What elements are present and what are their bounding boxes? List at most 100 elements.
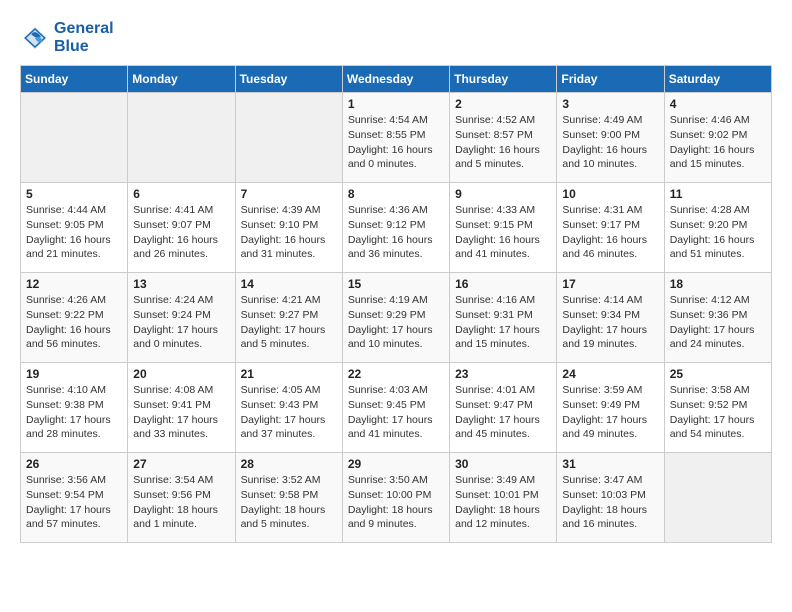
day-info: Sunrise: 4:24 AM Sunset: 9:24 PM Dayligh…: [133, 293, 229, 352]
header-tuesday: Tuesday: [235, 66, 342, 93]
day-info: Sunrise: 3:52 AM Sunset: 9:58 PM Dayligh…: [241, 473, 337, 532]
calendar-cell: [128, 93, 235, 183]
calendar-cell: 18 Sunrise: 4:12 AM Sunset: 9:36 PM Dayli…: [664, 273, 771, 363]
day-info: Sunrise: 4:10 AM Sunset: 9:38 PM Dayligh…: [26, 383, 122, 442]
day-info: Sunrise: 4:03 AM Sunset: 9:45 PM Dayligh…: [348, 383, 444, 442]
day-number: 17: [562, 277, 658, 291]
calendar-cell: 7 Sunrise: 4:39 AM Sunset: 9:10 PM Daylig…: [235, 183, 342, 273]
calendar-cell: 4 Sunrise: 4:46 AM Sunset: 9:02 PM Daylig…: [664, 93, 771, 183]
calendar-cell: 27 Sunrise: 3:54 AM Sunset: 9:56 PM Dayli…: [128, 453, 235, 543]
day-info: Sunrise: 4:05 AM Sunset: 9:43 PM Dayligh…: [241, 383, 337, 442]
day-info: Sunrise: 4:19 AM Sunset: 9:29 PM Dayligh…: [348, 293, 444, 352]
calendar-cell: 13 Sunrise: 4:24 AM Sunset: 9:24 PM Dayli…: [128, 273, 235, 363]
logo-icon: [20, 23, 50, 53]
day-number: 11: [670, 187, 766, 201]
day-number: 28: [241, 457, 337, 471]
day-info: Sunrise: 4:12 AM Sunset: 9:36 PM Dayligh…: [670, 293, 766, 352]
day-info: Sunrise: 4:21 AM Sunset: 9:27 PM Dayligh…: [241, 293, 337, 352]
day-info: Sunrise: 4:28 AM Sunset: 9:20 PM Dayligh…: [670, 203, 766, 262]
day-number: 3: [562, 97, 658, 111]
calendar-header: SundayMondayTuesdayWednesdayThursdayFrid…: [21, 66, 772, 93]
day-info: Sunrise: 4:14 AM Sunset: 9:34 PM Dayligh…: [562, 293, 658, 352]
calendar-cell: 16Sunrise: 4:16 AM Sunset: 9:31 PM Dayli…: [450, 273, 557, 363]
day-number: 14: [241, 277, 337, 291]
day-info: Sunrise: 4:39 AM Sunset: 9:10 PM Dayligh…: [241, 203, 337, 262]
day-number: 31: [562, 457, 658, 471]
day-number: 25: [670, 367, 766, 381]
day-number: 29: [348, 457, 444, 471]
day-info: Sunrise: 4:01 AM Sunset: 9:47 PM Dayligh…: [455, 383, 551, 442]
calendar-cell: 22 Sunrise: 4:03 AM Sunset: 9:45 PM Dayli…: [342, 363, 449, 453]
calendar-cell: 19 Sunrise: 4:10 AM Sunset: 9:38 PM Dayli…: [21, 363, 128, 453]
day-info: Sunrise: 4:49 AM Sunset: 9:00 PM Dayligh…: [562, 113, 658, 172]
day-info: Sunrise: 4:31 AM Sunset: 9:17 PM Dayligh…: [562, 203, 658, 262]
calendar-week-4: 19 Sunrise: 4:10 AM Sunset: 9:38 PM Dayli…: [21, 363, 772, 453]
day-number: 4: [670, 97, 766, 111]
calendar-cell: 26Sunrise: 3:56 AM Sunset: 9:54 PM Dayli…: [21, 453, 128, 543]
day-number: 1: [348, 97, 444, 111]
day-info: Sunrise: 3:47 AM Sunset: 10:03 PM Daylig…: [562, 473, 658, 532]
calendar-cell: 12Sunrise: 4:26 AM Sunset: 9:22 PM Dayli…: [21, 273, 128, 363]
page-header: General Blue: [20, 20, 772, 55]
header-thursday: Thursday: [450, 66, 557, 93]
day-number: 10: [562, 187, 658, 201]
calendar-cell: 20Sunrise: 4:08 AM Sunset: 9:41 PM Dayli…: [128, 363, 235, 453]
day-number: 26: [26, 457, 122, 471]
day-info: Sunrise: 3:54 AM Sunset: 9:56 PM Dayligh…: [133, 473, 229, 532]
calendar-cell: [664, 453, 771, 543]
day-number: 15: [348, 277, 444, 291]
day-info: Sunrise: 3:59 AM Sunset: 9:49 PM Dayligh…: [562, 383, 658, 442]
day-number: 2: [455, 97, 551, 111]
day-number: 13: [133, 277, 229, 291]
calendar-week-1: 1 Sunrise: 4:54 AM Sunset: 8:55 PM Daylig…: [21, 93, 772, 183]
header-monday: Monday: [128, 66, 235, 93]
calendar-cell: 3 Sunrise: 4:49 AM Sunset: 9:00 PM Daylig…: [557, 93, 664, 183]
day-info: Sunrise: 4:16 AM Sunset: 9:31 PM Dayligh…: [455, 293, 551, 352]
day-info: Sunrise: 4:08 AM Sunset: 9:41 PM Dayligh…: [133, 383, 229, 442]
calendar-cell: 25 Sunrise: 3:58 AM Sunset: 9:52 PM Dayli…: [664, 363, 771, 453]
day-number: 7: [241, 187, 337, 201]
calendar-cell: 31 Sunrise: 3:47 AM Sunset: 10:03 PM Dayl…: [557, 453, 664, 543]
calendar-cell: 9Sunrise: 4:33 AM Sunset: 9:15 PM Daylig…: [450, 183, 557, 273]
calendar-cell: 8Sunrise: 4:36 AM Sunset: 9:12 PM Daylig…: [342, 183, 449, 273]
calendar-cell: 29 Sunrise: 3:50 AM Sunset: 10:00 PM Dayl…: [342, 453, 449, 543]
logo: General Blue: [20, 20, 114, 55]
header-sunday: Sunday: [21, 66, 128, 93]
calendar-cell: 1 Sunrise: 4:54 AM Sunset: 8:55 PM Daylig…: [342, 93, 449, 183]
day-info: Sunrise: 4:33 AM Sunset: 9:15 PM Dayligh…: [455, 203, 551, 262]
day-number: 22: [348, 367, 444, 381]
calendar-cell: 28 Sunrise: 3:52 AM Sunset: 9:58 PM Dayli…: [235, 453, 342, 543]
logo-line2: Blue: [54, 38, 114, 56]
day-number: 27: [133, 457, 229, 471]
day-number: 19: [26, 367, 122, 381]
day-info: Sunrise: 4:54 AM Sunset: 8:55 PM Dayligh…: [348, 113, 444, 172]
header-friday: Friday: [557, 66, 664, 93]
calendar-week-2: 5Sunrise: 4:44 AM Sunset: 9:05 PM Daylig…: [21, 183, 772, 273]
day-info: Sunrise: 4:46 AM Sunset: 9:02 PM Dayligh…: [670, 113, 766, 172]
day-number: 6: [133, 187, 229, 201]
day-info: Sunrise: 3:50 AM Sunset: 10:00 PM Daylig…: [348, 473, 444, 532]
day-number: 30: [455, 457, 551, 471]
day-info: Sunrise: 3:58 AM Sunset: 9:52 PM Dayligh…: [670, 383, 766, 442]
day-number: 23: [455, 367, 551, 381]
calendar-cell: 14 Sunrise: 4:21 AM Sunset: 9:27 PM Dayli…: [235, 273, 342, 363]
calendar-cell: 2Sunrise: 4:52 AM Sunset: 8:57 PM Daylig…: [450, 93, 557, 183]
logo-line1: General: [54, 20, 114, 38]
calendar-cell: 17 Sunrise: 4:14 AM Sunset: 9:34 PM Dayli…: [557, 273, 664, 363]
day-info: Sunrise: 4:26 AM Sunset: 9:22 PM Dayligh…: [26, 293, 122, 352]
day-number: 21: [241, 367, 337, 381]
day-number: 24: [562, 367, 658, 381]
day-number: 18: [670, 277, 766, 291]
day-info: Sunrise: 3:49 AM Sunset: 10:01 PM Daylig…: [455, 473, 551, 532]
calendar-table: SundayMondayTuesdayWednesdayThursdayFrid…: [20, 65, 772, 543]
calendar-cell: 5Sunrise: 4:44 AM Sunset: 9:05 PM Daylig…: [21, 183, 128, 273]
calendar-week-5: 26Sunrise: 3:56 AM Sunset: 9:54 PM Dayli…: [21, 453, 772, 543]
day-info: Sunrise: 4:44 AM Sunset: 9:05 PM Dayligh…: [26, 203, 122, 262]
header-wednesday: Wednesday: [342, 66, 449, 93]
calendar-week-3: 12Sunrise: 4:26 AM Sunset: 9:22 PM Dayli…: [21, 273, 772, 363]
calendar-cell: 10 Sunrise: 4:31 AM Sunset: 9:17 PM Dayli…: [557, 183, 664, 273]
calendar-cell: [235, 93, 342, 183]
calendar-cell: 6Sunrise: 4:41 AM Sunset: 9:07 PM Daylig…: [128, 183, 235, 273]
header-saturday: Saturday: [664, 66, 771, 93]
calendar-cell: 24 Sunrise: 3:59 AM Sunset: 9:49 PM Dayli…: [557, 363, 664, 453]
